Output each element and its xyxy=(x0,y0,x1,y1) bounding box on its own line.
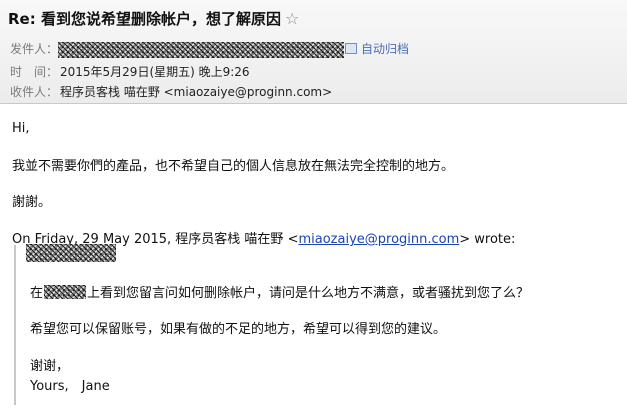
time-label: 时 间： xyxy=(10,65,59,79)
to-value[interactable]: 程序员客栈 喵在野 <miaozaiye@proginn.com> xyxy=(60,85,332,99)
greeting: Hi, xyxy=(12,121,30,136)
to-label: 收件人： xyxy=(10,85,59,99)
to-row: 收件人： 程序员客栈 喵在野 <miaozaiye@proginn.com> xyxy=(10,83,332,100)
time-value: 2015年5月29日(星期五) 晚上9:26 xyxy=(60,65,250,79)
redacted-site xyxy=(44,285,87,299)
star-icon[interactable]: ☆ xyxy=(285,9,299,28)
quote-line-2: 希望您可以保留账号，如果有做的不足的地方，希望可以得到您的建议。 xyxy=(30,322,447,337)
from-row: 发件人： xyxy=(10,40,344,58)
archive-label: 自动归档 xyxy=(361,42,410,56)
subject-text: Re: 看到您说希望删除帐户，想了解原因 xyxy=(8,10,281,28)
body-line-1: 我並不需要你們的產品，也不希望自己的個人信息放在無法完全控制的地方。 xyxy=(12,159,455,174)
from-label: 发件人： xyxy=(10,42,59,56)
archive-icon xyxy=(345,43,357,54)
redacted-sender xyxy=(58,41,344,58)
email-header: Re: 看到您说希望删除帐户，想了解原因 ☆ 发件人： 自动归档 时 间： 2015… xyxy=(0,0,627,104)
time-row: 时 间： 2015年5月29日(星期五) 晚上9:26 xyxy=(10,63,250,80)
quote-line-3: 谢谢， xyxy=(30,359,70,374)
redacted-quote-header xyxy=(26,244,116,262)
quote-line-1-suffix: 上看到您留言问如何删除帐户，请问是什么地方不满意，或者骚扰到您了么？ xyxy=(87,286,530,301)
quote-line-4: Yours, Jane xyxy=(30,379,110,394)
quote-line-1: 在 上看到您留言问如何删除帐户，请问是什么地方不满意，或者骚扰到您了么？ xyxy=(30,282,529,301)
quoted-message: 在 上看到您留言问如何删除帐户，请问是什么地方不满意，或者骚扰到您了么？ 希望您可… xyxy=(14,244,616,405)
quote-line-1-prefix: 在 xyxy=(30,286,44,301)
thanks-line: 謝謝。 xyxy=(12,195,52,210)
auto-archive-button[interactable]: 自动归档 xyxy=(345,40,409,57)
email-subject: Re: 看到您说希望删除帐户，想了解原因 ☆ xyxy=(8,8,299,29)
